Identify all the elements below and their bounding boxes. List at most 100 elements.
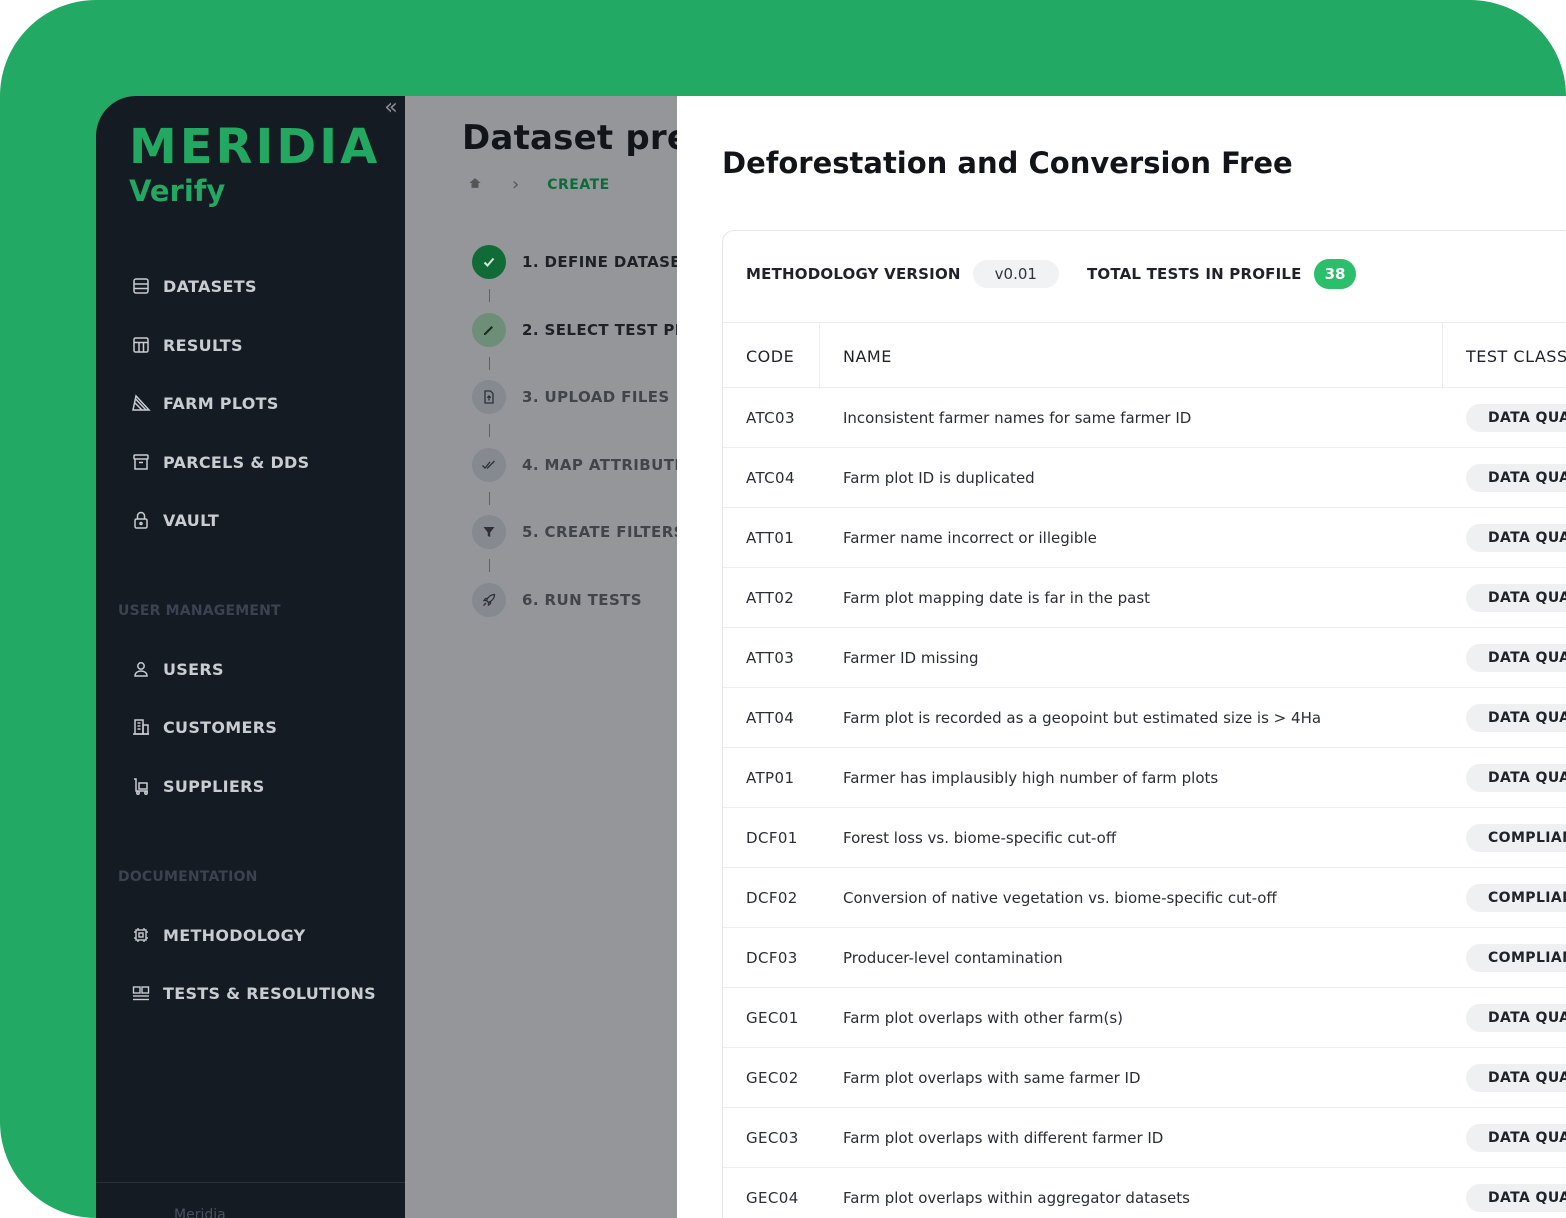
sidebar-item-vault[interactable]: VAULT [130,506,219,534]
table-row[interactable]: GEC03 Farm plot overlaps with different f… [723,1108,1566,1168]
step-run-tests[interactable]: 6. RUN TESTS [472,582,642,618]
results-icon [130,334,152,356]
column-divider [1442,323,1443,389]
sidebar-item-label: FARM PLOTS [163,393,279,413]
column-header-code[interactable]: CODE [746,323,794,389]
table-row[interactable]: DCF02 Conversion of native vegetation vs.… [723,868,1566,928]
test-code: DCF02 [746,889,798,907]
sidebar-item-label: TESTS & RESOLUTIONS [163,983,376,1003]
logo[interactable]: MERIDIA Verify [129,122,380,209]
test-code: ATP01 [746,769,795,787]
step-create-filters[interactable]: 5. CREATE FILTERS [472,514,677,550]
classification-badge: DATA QUALITY [1466,1184,1566,1212]
user-icon [130,658,152,680]
methodology-version-label: METHODOLOGY VERSION [746,265,961,283]
total-tests-label: TOTAL TESTS IN PROFILE [1086,265,1302,283]
classification-badge: DATA QUALITY [1466,764,1566,792]
test-name: Inconsistent farmer names for same farme… [843,409,1192,427]
step-connector [489,492,490,505]
step-map-attributes[interactable]: 4. MAP ATTRIBUTES [472,447,677,483]
parcels-icon [130,451,152,473]
table-row[interactable]: ATT02 Farm plot mapping date is far in th… [723,568,1566,628]
table-row[interactable]: GEC01 Farm plot overlaps with other farm(… [723,988,1566,1048]
test-name: Farm plot overlaps with same farmer ID [843,1069,1141,1087]
farm-plots-icon [130,392,152,414]
sidebar-item-label: DATASETS [163,276,257,296]
step-label: 3. UPLOAD FILES [522,388,670,406]
table-row[interactable]: ATC03 Inconsistent farmer names for same … [723,388,1566,448]
test-name: Farmer has implausibly high number of fa… [843,769,1219,787]
classification-badge: DATA QUALITY [1466,704,1566,732]
table-row[interactable]: GEC02 Farm plot overlaps with same farmer… [723,1048,1566,1108]
test-code: ATT03 [746,649,795,667]
app-frame: « MERIDIA Verify DATASETS RESULTS FARM P… [0,0,1566,1218]
sidebar-footer: Meridia [96,1182,405,1218]
step-upload-files[interactable]: 3. UPLOAD FILES [472,379,670,415]
test-code: ATT04 [746,709,795,727]
step-connector [489,559,490,572]
test-code: GEC01 [746,1009,799,1027]
collapse-sidebar-icon[interactable]: « [380,97,402,120]
table-row[interactable]: DCF01 Forest loss vs. biome-specific cut-… [723,808,1566,868]
home-icon[interactable] [468,176,482,194]
tests-card: METHODOLOGY VERSION v0.01 TOTAL TESTS IN… [722,230,1566,1218]
test-code: DCF03 [746,949,798,967]
column-header-name[interactable]: NAME [843,323,892,389]
sidebar-item-label: VAULT [163,510,220,530]
sidebar-item-suppliers[interactable]: SUPPLIERS [130,772,265,800]
table-row[interactable]: ATC04 Farm plot ID is duplicated DATA QUAL… [723,448,1566,508]
datasets-icon [130,275,152,297]
step-label: 4. MAP ATTRIBUTES [522,456,677,474]
test-code: ATC03 [746,409,795,427]
step-label: 2. SELECT TEST PROFILE [522,321,677,339]
methodology-icon [130,924,152,946]
classification-badge: DATA QUALITY [1466,644,1566,672]
sidebar-item-customers[interactable]: CUSTOMERS [130,713,277,741]
lock-icon [130,509,152,531]
panel-title: Deforestation and Conversion Free [722,146,1293,180]
test-name: Farmer name incorrect or illegible [843,529,1097,547]
sidebar-item-farm-plots[interactable]: FARM PLOTS [130,389,279,417]
sidebar-item-parcels[interactable]: PARCELS & DDS [130,448,309,476]
column-divider [819,323,820,389]
profile-meta: METHODOLOGY VERSION v0.01 TOTAL TESTS IN… [746,259,1357,289]
table-row[interactable]: ATT01 Farmer name incorrect or illegible D… [723,508,1566,568]
test-name: Farm plot overlaps within aggregator dat… [843,1189,1190,1207]
table-header: CODE NAME TEST CLASSIFICATION [723,322,1566,389]
methodology-version-badge: v0.01 [972,260,1059,288]
table-row[interactable]: ATT03 Farmer ID missing DATA QUALITY [723,628,1566,688]
test-name: Farm plot overlaps with other farm(s) [843,1009,1123,1027]
table-row[interactable]: DCF03 Producer-level contamination COMPLIA… [723,928,1566,988]
classification-badge: DATA QUALITY [1466,524,1566,552]
test-name: Forest loss vs. biome-specific cut-off [843,829,1117,847]
building-icon [130,716,152,738]
test-code: ATT01 [746,529,795,547]
classification-badge: COMPLIANCE [1466,944,1566,972]
sidebar-item-datasets[interactable]: DATASETS [130,272,257,300]
page-title: Dataset prep [462,118,677,158]
sidebar-item-users[interactable]: USERS [130,655,224,683]
breadcrumb-current[interactable]: CREATE [547,177,609,193]
step-connector [489,424,490,437]
sidebar-item-label: SUPPLIERS [163,776,265,796]
table-row[interactable]: ATT04 Farm plot is recorded as a geopoint… [723,688,1566,748]
step-select-test-profile[interactable]: 2. SELECT TEST PROFILE [472,312,677,348]
step-label: 6. RUN TESTS [522,591,642,609]
check-icon [472,245,506,279]
table-row[interactable]: ATP01 Farmer has implausibly high number … [723,748,1566,808]
sidebar-item-label: USERS [163,659,224,679]
classification-badge: COMPLIANCE [1466,884,1566,912]
classification-badge: DATA QUALITY [1466,464,1566,492]
sidebar-item-methodology[interactable]: METHODOLOGY [130,921,306,949]
test-code: GEC02 [746,1069,799,1087]
table-row[interactable]: GEC04 Farm plot overlaps within aggregato… [723,1168,1566,1218]
column-header-classification[interactable]: TEST CLASSIFICATION [1466,323,1566,389]
sidebar-item-label: RESULTS [163,335,243,355]
classification-badge: DATA QUALITY [1466,584,1566,612]
sidebar-item-tests-resolutions[interactable]: TESTS & RESOLUTIONS [130,979,376,1007]
dataset-prep-main: Dataset prep › CREATE 1. DEFINE DATASET [405,96,677,1218]
sidebar-item-label: PARCELS & DDS [163,452,310,472]
logo-main: MERIDIA [129,119,381,175]
sidebar-item-results[interactable]: RESULTS [130,331,243,359]
step-define-dataset[interactable]: 1. DEFINE DATASET [472,244,677,280]
